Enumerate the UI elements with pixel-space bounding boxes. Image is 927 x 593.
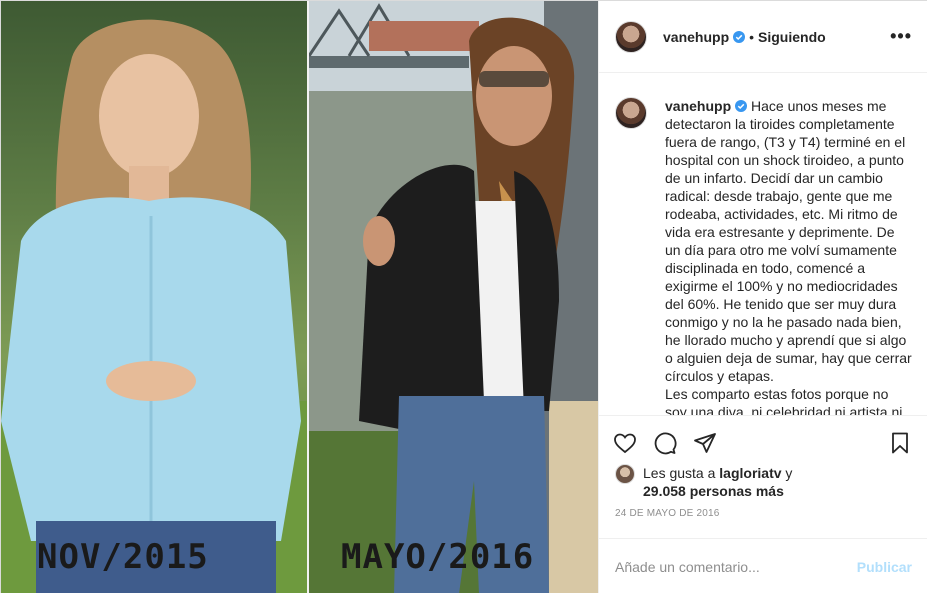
post-actions-section: Les gusta a lagloriatv y 29.058 personas… — [599, 415, 927, 593]
like-heart-icon[interactable] — [613, 431, 637, 455]
post-photo[interactable]: NOV/2015 MAYO/2016 — [1, 1, 598, 593]
comment-bubble-icon[interactable] — [653, 431, 677, 455]
caption-username[interactable]: vanehupp — [665, 98, 731, 114]
liker-avatar[interactable] — [615, 464, 635, 484]
post-header: vanehupp • Siguiendo ••• — [599, 1, 927, 73]
action-bar — [599, 416, 927, 462]
caption-text: vanehupp Hace unos meses me detectaron l… — [665, 97, 912, 415]
post-side-panel: vanehupp • Siguiendo ••• vanehupp Hace u… — [598, 1, 927, 593]
author-username[interactable]: vanehupp — [663, 29, 729, 45]
post-date[interactable]: 24 DE MAYO DE 2016 — [599, 508, 927, 528]
caption-author-avatar[interactable] — [615, 97, 647, 129]
caption-paragraph-1: vanehupp Hace unos meses me detectaron l… — [665, 97, 912, 385]
publish-button[interactable]: Publicar — [857, 559, 912, 575]
verified-badge-icon — [733, 30, 746, 43]
liker-username[interactable]: lagloriatv — [719, 465, 781, 481]
likes-count[interactable]: 29.058 personas más — [643, 483, 784, 499]
comment-form: Publicar — [599, 538, 927, 593]
before-date-stamp: NOV/2015 — [37, 537, 209, 577]
author-avatar[interactable] — [615, 20, 647, 53]
after-figure-illustration — [309, 1, 598, 593]
likes-text: Les gusta a lagloriatv y 29.058 personas… — [643, 464, 792, 500]
photo-before: NOV/2015 — [1, 1, 309, 593]
comments-area[interactable]: vanehupp Hace unos meses me detectaron l… — [599, 73, 927, 415]
likes-conjunction: y — [785, 465, 793, 481]
header-separator: • — [749, 28, 755, 45]
caption-paragraph-2: Les comparto estas fotos porque no soy u… — [665, 386, 903, 415]
save-bookmark-icon[interactable] — [888, 431, 912, 455]
likes-prefix: Les gusta a — [643, 465, 716, 481]
photo-after: MAYO/2016 — [309, 1, 598, 593]
caption-verified-badge-icon — [735, 100, 748, 112]
caption-comment: vanehupp Hace unos meses me detectaron l… — [615, 97, 912, 415]
likes-summary: Les gusta a lagloriatv y 29.058 personas… — [599, 464, 927, 500]
share-paper-plane-icon[interactable] — [693, 431, 717, 455]
before-figure-illustration — [1, 19, 309, 593]
comment-input[interactable] — [615, 558, 857, 575]
instagram-post: NOV/2015 MAYO/2016 vanehupp • Siguiendo … — [0, 0, 927, 593]
more-options-icon[interactable]: ••• — [890, 26, 912, 47]
following-button[interactable]: Siguiendo — [758, 29, 826, 45]
caption-paragraph-1-text: Hace unos meses me detectaron la tiroide… — [665, 98, 912, 384]
after-date-stamp: MAYO/2016 — [341, 537, 535, 577]
